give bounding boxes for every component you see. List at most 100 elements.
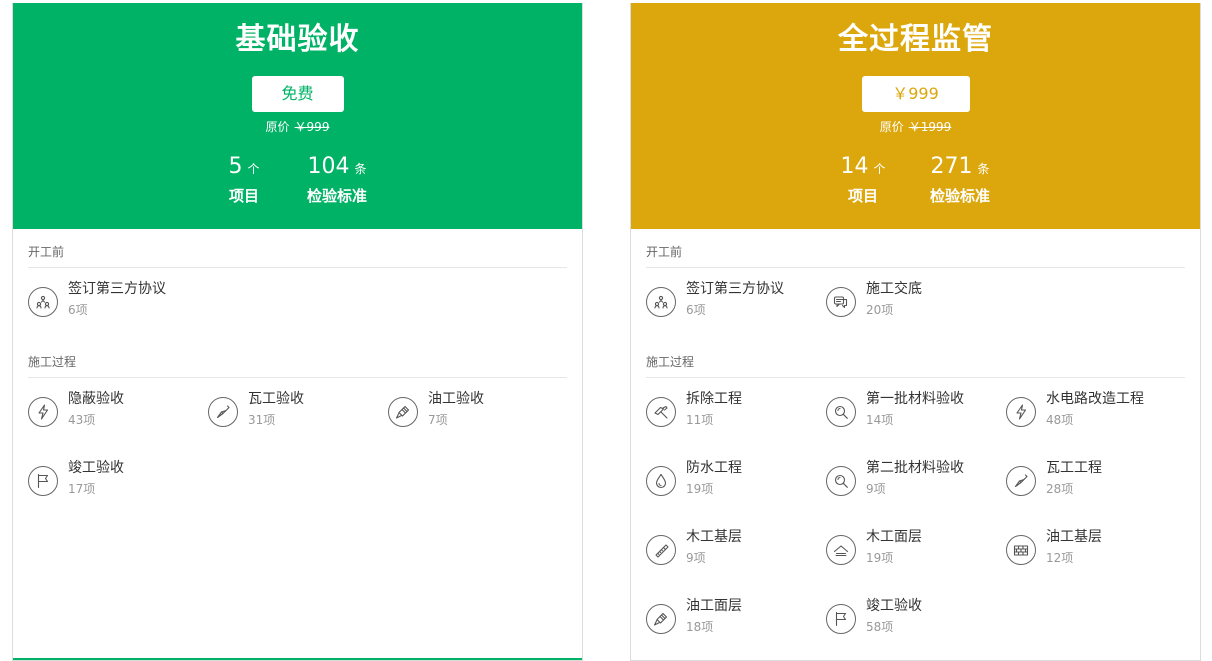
- stat-unit: 个: [873, 162, 886, 176]
- item-count: 58项: [866, 620, 894, 634]
- stat-standards: 271 条 检验标准: [921, 153, 999, 206]
- original-price-label: 原价: [265, 120, 290, 134]
- item-paint-inspection[interactable]: 油工验收 7项: [388, 389, 568, 439]
- item-demolition[interactable]: 拆除工程 11项: [646, 389, 826, 439]
- stat-number: 271: [930, 154, 973, 179]
- stat-number: 14: [840, 154, 869, 179]
- item-hidden-inspection[interactable]: 隐蔽验收 43项: [28, 389, 208, 439]
- item-count: 18项: [686, 620, 714, 634]
- item-count: 31项: [248, 413, 276, 427]
- trowel-icon: [208, 397, 238, 427]
- stat-number: 104: [307, 154, 350, 179]
- item-completion-inspection[interactable]: 竣工验收 58项: [826, 596, 1006, 646]
- item-material-batch-2[interactable]: 第二批材料验收 9项: [826, 458, 1006, 508]
- original-price-value: ￥999: [294, 120, 330, 134]
- item-completion-inspection[interactable]: 竣工验收 17项: [28, 458, 208, 508]
- original-price-label: 原价: [879, 120, 904, 134]
- stat-standards: 104 条 检验标准: [298, 153, 376, 206]
- stat-unit: 个: [247, 162, 260, 176]
- price-button[interactable]: 免费: [251, 76, 344, 112]
- stat-projects: 14 个 项目: [832, 153, 894, 206]
- people-icon: [646, 287, 676, 317]
- item-count: 43项: [68, 413, 96, 427]
- section-title: 施工过程: [28, 354, 567, 378]
- plan-header: 基础验收 免费 原价 ￥999 5个 项目 104 条 检验标准: [13, 3, 582, 229]
- item-name: 竣工验收: [68, 460, 124, 476]
- hammer-icon: [646, 397, 676, 427]
- stat-label: 检验标准: [306, 187, 367, 205]
- plan-header: 全过程监管 ￥999 原价 ￥1999 14 个 项目 271 条 检验标准: [631, 3, 1200, 229]
- item-name: 水电路改造工程: [1046, 391, 1144, 407]
- plan-body: 开工前 签订第三方协议 6项 施工过程 隐蔽验收 43项 瓦工验收 31项 油工验收 7…: [28, 229, 567, 518]
- item-name: 瓦工验收: [248, 391, 304, 407]
- item-name: 油工验收: [428, 391, 484, 407]
- lightning-icon: [28, 397, 58, 427]
- plan-title: 基础验收: [235, 22, 360, 57]
- item-paint-base[interactable]: 油工基层 12项: [1006, 527, 1186, 577]
- stat-label: 项目: [847, 187, 878, 205]
- item-name: 竣工验收: [866, 598, 922, 614]
- item-name: 油工面层: [686, 598, 742, 614]
- stat-unit: 条: [354, 162, 367, 176]
- item-count: 11项: [686, 413, 714, 427]
- house-icon: [826, 535, 856, 565]
- item-count: 6项: [68, 303, 88, 317]
- stat-projects: 5个 项目: [213, 153, 275, 206]
- item-sign-agreement[interactable]: 签订第三方协议 6项: [646, 279, 826, 329]
- item-plumbing-electrical[interactable]: 水电路改造工程 48项: [1006, 389, 1186, 439]
- flag-icon: [826, 604, 856, 634]
- item-name: 签订第三方协议: [68, 281, 166, 297]
- waterdrop-icon: [646, 466, 676, 496]
- item-count: 19项: [866, 551, 894, 565]
- item-paint-surface[interactable]: 油工面层 18项: [646, 596, 826, 646]
- item-waterproofing[interactable]: 防水工程 19项: [646, 458, 826, 508]
- flag-icon: [28, 466, 58, 496]
- plan-title: 全过程监管: [838, 22, 993, 57]
- item-name: 拆除工程: [686, 391, 742, 407]
- section-title: 开工前: [28, 244, 567, 268]
- original-price-value: ￥1999: [908, 120, 952, 134]
- item-count: 6项: [686, 303, 706, 317]
- item-name: 木工基层: [686, 529, 742, 545]
- stat-label: 检验标准: [929, 187, 990, 205]
- item-tile-inspection[interactable]: 瓦工验收 31项: [208, 389, 388, 439]
- item-name: 隐蔽验收: [68, 391, 124, 407]
- section-title: 开工前: [646, 244, 1185, 268]
- item-name: 施工交底: [866, 281, 922, 297]
- magnifier-icon: [826, 466, 856, 496]
- item-carpentry-base[interactable]: 木工基层 9项: [646, 527, 826, 577]
- stat-unit: 条: [977, 162, 990, 176]
- item-name: 油工基层: [1046, 529, 1102, 545]
- price-button[interactable]: ￥999: [861, 76, 970, 112]
- lightning-icon: [1006, 397, 1036, 427]
- item-count: 14项: [866, 413, 894, 427]
- item-grid: 签订第三方协议 6项 施工交底 20项: [646, 268, 1185, 354]
- item-sign-agreement[interactable]: 签订第三方协议 6项: [28, 279, 208, 329]
- stat-label: 项目: [228, 187, 259, 205]
- item-count: 48项: [1046, 413, 1074, 427]
- plan-card-basic[interactable]: 基础验收 免费 原价 ￥999 5个 项目 104 条 检验标准 开工前 签订第三方…: [12, 3, 583, 661]
- stat-number: 5: [228, 154, 243, 179]
- item-count: 20项: [866, 303, 894, 317]
- item-name: 签订第三方协议: [686, 281, 784, 297]
- saw-icon: [646, 535, 676, 565]
- item-name: 第二批材料验收: [866, 460, 964, 476]
- item-name: 防水工程: [686, 460, 742, 476]
- item-count: 19项: [686, 482, 714, 496]
- brick-icon: [1006, 535, 1036, 565]
- item-count: 12项: [1046, 551, 1074, 565]
- section-title: 施工过程: [646, 354, 1185, 378]
- item-carpentry-surface[interactable]: 木工面层 19项: [826, 527, 1006, 577]
- item-name: 木工面层: [866, 529, 922, 545]
- item-name: 瓦工工程: [1046, 460, 1102, 476]
- item-tile-work[interactable]: 瓦工工程 28项: [1006, 458, 1186, 508]
- magnifier-icon: [826, 397, 856, 427]
- trowel-icon: [1006, 466, 1036, 496]
- item-material-batch-1[interactable]: 第一批材料验收 14项: [826, 389, 1006, 439]
- item-grid: 拆除工程 11项 第一批材料验收 14项 水电路改造工程 48项 防水工程 19项 第二…: [646, 378, 1185, 658]
- paintbrush-icon: [388, 397, 418, 427]
- item-construction-briefing[interactable]: 施工交底 20项: [826, 279, 1006, 329]
- plan-card-full[interactable]: 全过程监管 ￥999 原价 ￥1999 14 个 项目 271 条 检验标准 开工前 …: [630, 3, 1201, 661]
- item-count: 9项: [866, 482, 886, 496]
- item-grid: 隐蔽验收 43项 瓦工验收 31项 油工验收 7项 竣工验收 17项: [28, 378, 567, 518]
